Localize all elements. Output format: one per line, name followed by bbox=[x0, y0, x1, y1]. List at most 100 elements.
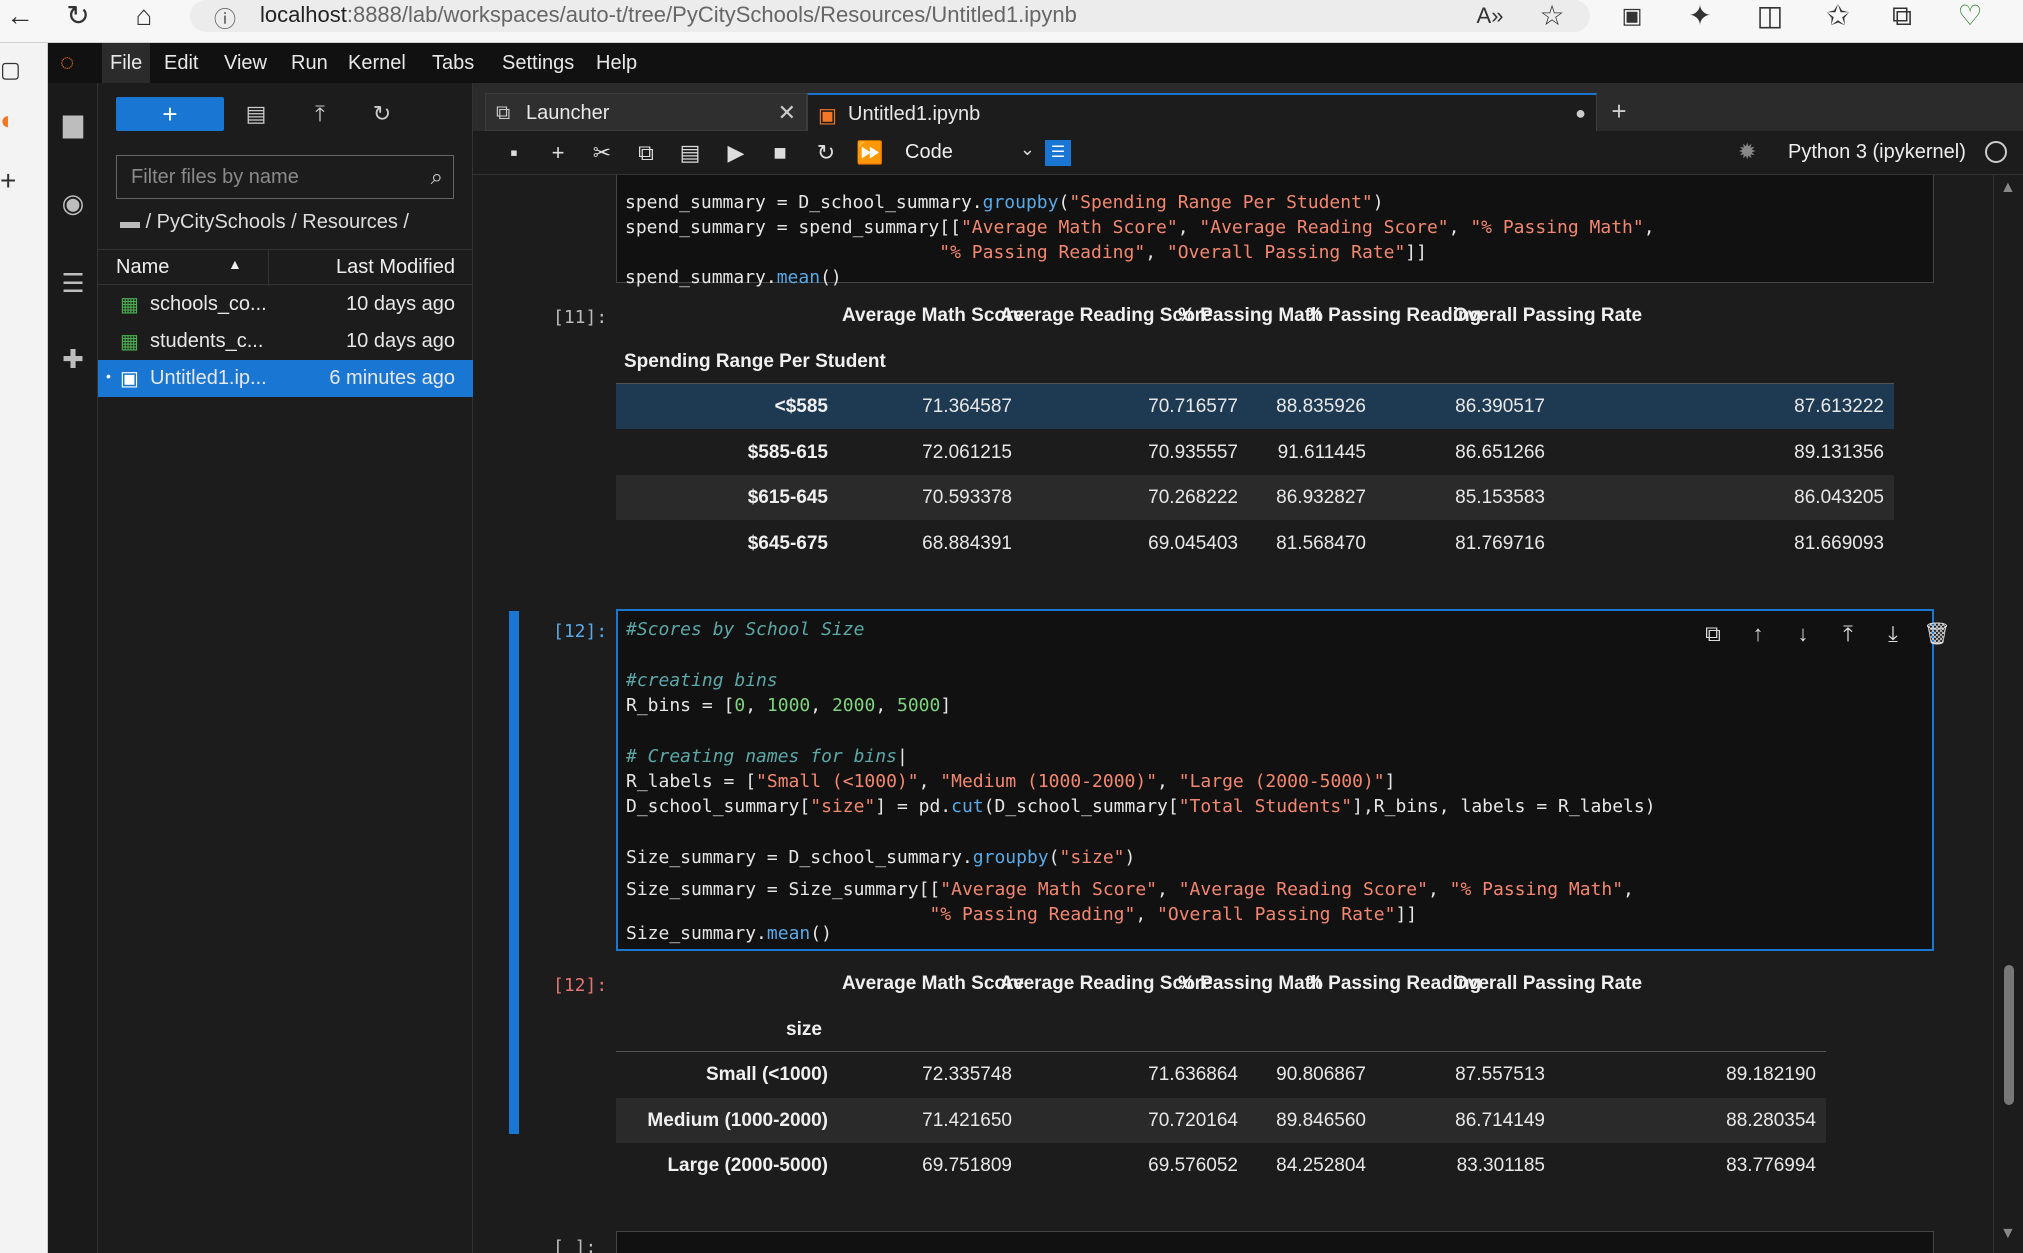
dataframe-output-spending: Average Math Score Average Reading Score… bbox=[616, 297, 1934, 627]
upload-icon[interactable]: ⤒ bbox=[300, 97, 340, 131]
menu-settings[interactable]: Settings bbox=[494, 43, 582, 83]
stop-icon[interactable]: ■ bbox=[763, 139, 797, 167]
extensions-icon[interactable]: ✦ bbox=[1680, 0, 1720, 32]
tab-actions-icon[interactable]: ▢ bbox=[0, 57, 21, 83]
menu-edit[interactable]: Edit bbox=[156, 43, 206, 83]
insert-cell-icon[interactable]: + bbox=[541, 139, 575, 167]
move-up-icon[interactable]: ↑ bbox=[1743, 619, 1773, 649]
column-header: % Passing Math bbox=[1178, 305, 1323, 326]
output-prompt: [11]: bbox=[553, 307, 608, 328]
file-filter-input[interactable] bbox=[117, 156, 407, 198]
menu-file[interactable]: File bbox=[102, 43, 151, 83]
copy-icon[interactable]: ⧉ bbox=[629, 139, 663, 167]
file-row[interactable]: ▦ students_c... 10 days ago bbox=[98, 323, 473, 360]
collections-icon[interactable]: ▣ bbox=[1612, 0, 1652, 32]
tab-launcher[interactable]: ⧉ Launcher ✕ bbox=[485, 93, 807, 131]
new-tab-button[interactable]: + bbox=[1601, 95, 1637, 129]
move-down-icon[interactable]: ↓ bbox=[1788, 619, 1818, 649]
menu-tabs[interactable]: Tabs bbox=[424, 43, 482, 83]
notebook-scrollbar[interactable]: ▲ ▼ bbox=[1993, 175, 2023, 1253]
new-launcher-button[interactable]: + bbox=[116, 97, 224, 131]
restart-run-all-icon[interactable]: ⏩ bbox=[853, 139, 887, 167]
file-filter: ⌕ bbox=[116, 155, 454, 199]
file-row[interactable]: ▦ schools_co... 10 days ago bbox=[98, 286, 473, 323]
close-icon[interactable]: ✕ bbox=[778, 100, 796, 126]
tab-label: Launcher bbox=[526, 102, 610, 124]
favorite-star-icon[interactable]: ☆ bbox=[1532, 0, 1572, 32]
column-header-name[interactable]: Name bbox=[116, 256, 169, 279]
running-kernels-icon[interactable]: ◉ bbox=[48, 183, 98, 223]
refresh-files-icon[interactable]: ↻ bbox=[362, 97, 402, 131]
browser-sidebar: ▢ ◐ + bbox=[0, 43, 48, 1253]
delete-cell-icon[interactable]: 🗑 bbox=[1922, 619, 1952, 649]
code-line: "% Passing Reading", "Overall Passing Ra… bbox=[929, 904, 1418, 925]
folder-icon[interactable]: ▬ bbox=[120, 211, 140, 233]
menu-help[interactable]: Help bbox=[588, 43, 645, 83]
running-indicator-icon: • bbox=[106, 368, 111, 384]
duplicate-cell-icon[interactable]: ⧉ bbox=[1698, 619, 1728, 649]
property-inspector-icon[interactable]: ☰ bbox=[1045, 140, 1071, 166]
cell-value: 89.131356 bbox=[1794, 442, 1884, 463]
table-row: $615-645 70.593378 70.268222 86.932827 8… bbox=[616, 475, 1894, 520]
column-header: Overall Passing Rate bbox=[1453, 305, 1643, 326]
folder-icon[interactable]: ▆ bbox=[48, 103, 98, 143]
debugger-bug-icon[interactable]: ✹ bbox=[1738, 139, 1756, 165]
code-line: Size_summary = Size_summary[["Average Ma… bbox=[626, 879, 1634, 900]
cell-type-select[interactable]: Code ⌄ bbox=[905, 139, 1035, 167]
scroll-up-icon[interactable]: ▲ bbox=[2000, 179, 2016, 197]
file-browser-panel: + ▤ ⤒ ↻ ⌕ ▬ / PyCitySchools / Resources … bbox=[98, 83, 473, 1253]
insert-below-icon[interactable]: ⤓ bbox=[1878, 619, 1908, 649]
run-icon[interactable]: ▶ bbox=[719, 139, 753, 167]
active-cell-collapser[interactable] bbox=[509, 611, 519, 1134]
scrollbar-thumb[interactable] bbox=[2004, 965, 2014, 1105]
back-arrow-icon[interactable]: ← bbox=[0, 0, 40, 32]
code-cell-editor-active[interactable]: ⧉ ↑ ↓ ⤒ ⤓ 🗑 #Scores by School Size #crea… bbox=[616, 609, 1951, 883]
column-divider[interactable] bbox=[268, 250, 269, 286]
empty-code-cell[interactable] bbox=[616, 1231, 1934, 1253]
paste-icon[interactable]: ▤ bbox=[673, 139, 707, 167]
read-aloud-icon[interactable]: A» bbox=[1470, 0, 1510, 32]
browser-essentials-icon[interactable]: ♡ bbox=[1950, 0, 1990, 32]
cell-value: 87.557513 bbox=[1455, 1064, 1545, 1085]
restart-icon[interactable]: ↻ bbox=[809, 139, 843, 167]
jupyter-logo-icon: ◌ bbox=[60, 49, 75, 76]
save-icon[interactable]: ▪ bbox=[497, 139, 531, 167]
code-cell-editor-end[interactable]: Size_summary.mean() bbox=[616, 923, 1934, 951]
file-row-selected[interactable]: • ▣ Untitled1.ip... 6 minutes ago bbox=[98, 360, 473, 397]
kernel-name[interactable]: Python 3 (ipykernel) bbox=[1788, 141, 1966, 164]
home-icon[interactable]: ⌂ bbox=[124, 0, 164, 32]
file-list-header: Name ▲ Last Modified bbox=[98, 249, 473, 286]
insert-above-icon[interactable]: ⤒ bbox=[1833, 619, 1863, 649]
info-icon[interactable]: ⓘ bbox=[214, 2, 236, 34]
code-cell-editor[interactable]: spend_summary = D_school_summary.groupby… bbox=[616, 175, 1934, 288]
cell-value: 70.268222 bbox=[1148, 487, 1238, 508]
breadcrumb-path[interactable]: / PyCitySchools / Resources / bbox=[146, 211, 409, 233]
menu-kernel[interactable]: Kernel bbox=[340, 43, 414, 83]
refresh-icon[interactable]: ↻ bbox=[58, 0, 98, 32]
table-of-contents-icon[interactable]: ☰ bbox=[48, 263, 98, 303]
notebook-toolbar: ▪ + ✂ ⧉ ▤ ▶ ■ ↻ ⏩ Code ⌄ ☰ ✹ Python 3 (i… bbox=[473, 131, 2023, 175]
extension-puzzle-icon[interactable]: ✚ bbox=[48, 339, 98, 379]
row-index: $645-675 bbox=[747, 533, 828, 554]
menu-view[interactable]: View bbox=[216, 43, 275, 83]
chevron-down-icon: ⌄ bbox=[1019, 139, 1035, 159]
new-folder-icon[interactable]: ▤ bbox=[236, 97, 276, 131]
scroll-down-icon[interactable]: ▼ bbox=[2000, 1225, 2016, 1243]
tab-notebook[interactable]: ▣ Untitled1.ipynb ● bbox=[807, 93, 1597, 131]
menu-run[interactable]: Run bbox=[283, 43, 336, 83]
row-index: $585-615 bbox=[747, 442, 828, 463]
code-line: R_labels = ["Small (<1000)", "Medium (10… bbox=[626, 771, 1396, 792]
copilot-icon[interactable]: ◐ bbox=[0, 105, 16, 136]
favorites-icon[interactable]: ✩ bbox=[1818, 0, 1858, 32]
split-screen-icon[interactable]: ◫ bbox=[1750, 0, 1790, 32]
tabs-icon[interactable]: ⧉ bbox=[1882, 0, 1922, 32]
search-icon: ⌕ bbox=[430, 164, 443, 189]
cut-icon[interactable]: ✂ bbox=[585, 139, 619, 167]
column-header-modified[interactable]: Last Modified bbox=[336, 256, 455, 279]
output-prompt: [12]: bbox=[553, 975, 608, 996]
left-activity-bar: ▆ ◉ ☰ ✚ bbox=[48, 83, 98, 1253]
address-bar[interactable]: ⓘ localhost:8888/lab/workspaces/auto-t/t… bbox=[190, 0, 1590, 32]
unsaved-dot-icon[interactable]: ● bbox=[1575, 103, 1586, 124]
cell-value: 71.421650 bbox=[922, 1110, 1012, 1131]
add-icon[interactable]: + bbox=[0, 165, 16, 197]
